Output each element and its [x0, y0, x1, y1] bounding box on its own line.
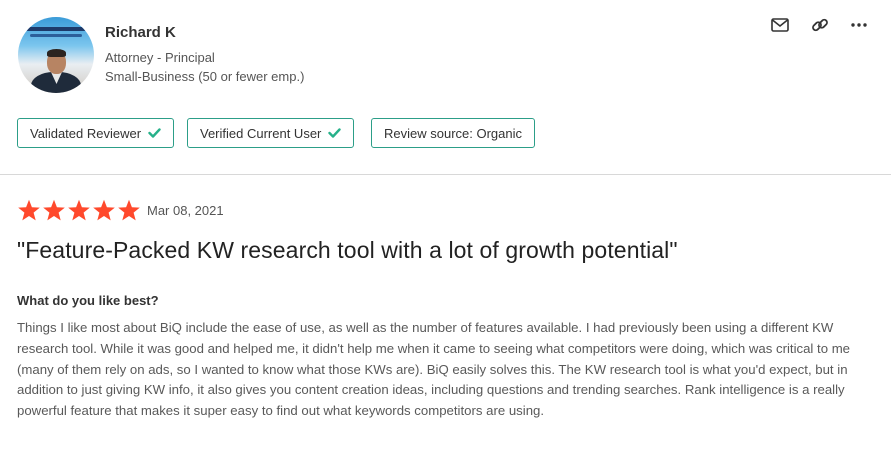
- badge-validated-reviewer[interactable]: Validated Reviewer: [17, 118, 175, 148]
- reviewer-name[interactable]: Richard K: [105, 24, 176, 41]
- badge-label: Review source: Organic: [384, 125, 522, 141]
- star-rating: [17, 199, 141, 222]
- link-icon[interactable]: [809, 14, 831, 36]
- reviewer-company-size: Small-Business (50 or fewer emp.): [105, 69, 305, 84]
- question-heading: What do you like best?: [17, 293, 159, 308]
- star-icon: [43, 199, 65, 221]
- badge-label: Validated Reviewer: [30, 125, 142, 141]
- review-date: Mar 08, 2021: [147, 203, 224, 218]
- ellipsis-icon[interactable]: [848, 14, 870, 36]
- review-answer-text: Things I like most about BiQ include the…: [17, 320, 851, 419]
- envelope-icon[interactable]: [769, 14, 791, 36]
- badge-label: Verified Current User: [200, 125, 322, 141]
- badge-verified-current-user[interactable]: Verified Current User: [187, 118, 355, 148]
- review-title: "Feature-Packed KW research tool with a …: [17, 237, 678, 263]
- star-icon: [118, 199, 140, 221]
- check-icon: [328, 128, 342, 138]
- reviewer-title: Attorney - Principal: [105, 50, 215, 65]
- badge-review-source[interactable]: Review source: Organic: [371, 118, 535, 148]
- section-divider: [0, 174, 891, 175]
- star-icon: [68, 199, 90, 221]
- star-icon: [18, 199, 40, 221]
- star-icon: [93, 199, 115, 221]
- check-icon: [148, 128, 161, 138]
- reviewer-avatar: [18, 17, 94, 93]
